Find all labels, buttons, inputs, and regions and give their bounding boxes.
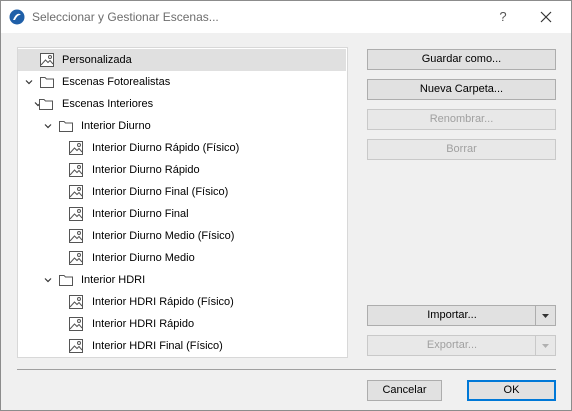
rename-button[interactable]: Renombrar... [367,109,556,130]
scene-image-icon [69,229,83,243]
save-as-button[interactable]: Guardar como... [367,49,556,70]
scene-image-icon [69,295,83,309]
tree-item-label: Interior HDRI [81,274,146,286]
tree-item-label: Interior HDRI Rápido (Físico) [92,296,234,308]
chevron-down-icon[interactable] [43,121,53,131]
chevron-down-icon[interactable] [24,77,34,87]
dropdown-arrow-icon [542,314,549,318]
help-button[interactable]: ? [491,7,515,27]
tree-item-label: Interior HDRI Final (Físico) [92,340,223,352]
export-dropdown[interactable] [535,336,555,355]
folder-icon [59,275,73,286]
tree-folder[interactable]: Interior HDRI [18,269,346,291]
import-split-button[interactable]: Importar... [367,305,556,326]
tree-folder[interactable]: Interior Diurno [18,115,346,137]
tree-item-label: Interior Diurno Medio [92,252,195,264]
scene-image-icon [69,251,83,265]
folder-icon [59,121,73,132]
folder-icon [39,99,53,110]
export-split-button[interactable]: Exportar... [367,335,556,356]
new-folder-button[interactable]: Nueva Carpeta... [367,79,556,100]
import-dropdown[interactable] [535,306,555,325]
tree-folder[interactable]: Escenas Interiores [18,93,346,115]
dialog-window: Seleccionar y Gestionar Escenas... ? Int… [0,0,572,411]
tree-item-label: Interior HDRI Rápido [92,318,195,330]
tree-scene-item[interactable]: Personalizada [18,49,346,71]
scene-image-icon [69,141,83,155]
tree-scene-item[interactable]: Interior Diurno Rápido (Físico) [18,137,346,159]
tree-item-label: Interior Diurno Medio (Físico) [92,230,235,242]
export-button-label[interactable]: Exportar... [427,339,477,351]
close-icon[interactable] [534,6,558,28]
tree-scene-item[interactable]: Interior HDRI Rápido [18,313,346,335]
scene-image-icon [69,163,83,177]
tree-item-label: Interior Diurno Final (Físico) [92,186,229,198]
tree-item-label: Interior Diurno Rápido (Físico) [92,142,240,154]
tree-scene-item[interactable]: Interior HDRI Rápido (Físico) [18,291,346,313]
archicad-app-icon [9,9,25,25]
title-bar: Seleccionar y Gestionar Escenas... ? [1,1,571,33]
cancel-button[interactable]: Cancelar [367,380,442,401]
tree-scene-item[interactable]: Interior HDRI Final (Físico) [18,335,346,357]
tree-item-label: Interior Diurno Rápido [92,164,200,176]
tree-scene-item[interactable]: Interior Diurno Final [18,203,346,225]
dropdown-arrow-icon [542,344,549,348]
tree-scene-item[interactable]: Interior Diurno Rápido [18,159,346,181]
scene-image-icon [69,207,83,221]
folder-icon [40,77,54,88]
footer-divider [17,369,556,370]
scene-image-icon [69,339,83,353]
scene-image-icon [69,185,83,199]
tree-scene-item[interactable]: Interior Diurno Final (Físico) [18,181,346,203]
scene-tree[interactable]: Interior HDRI Final (Físico) Interior HDR… [17,47,348,358]
scene-image-icon [69,317,83,331]
tree-item-label: Interior Diurno [81,120,151,132]
scene-image-icon [40,53,54,67]
tree-scene-item[interactable]: Interior Diurno Medio [18,247,346,269]
tree-folder[interactable]: Escenas Fotorealistas [18,71,346,93]
tree-item-label: Interior Diurno Final [92,208,189,220]
tree-item-label: Escenas Interiores [62,98,154,110]
chevron-down-icon[interactable] [43,275,53,285]
ok-button[interactable]: OK [467,380,556,401]
delete-button[interactable]: Borrar [367,139,556,160]
tree-scrollbar[interactable] [347,48,348,357]
import-button-label[interactable]: Importar... [427,309,477,321]
tree-item-label: Personalizada [62,54,132,66]
tree-item-label: Escenas Fotorealistas [62,76,171,88]
window-title: Seleccionar y Gestionar Escenas... [32,10,219,24]
tree-scene-item[interactable]: Interior Diurno Medio (Físico) [18,225,346,247]
